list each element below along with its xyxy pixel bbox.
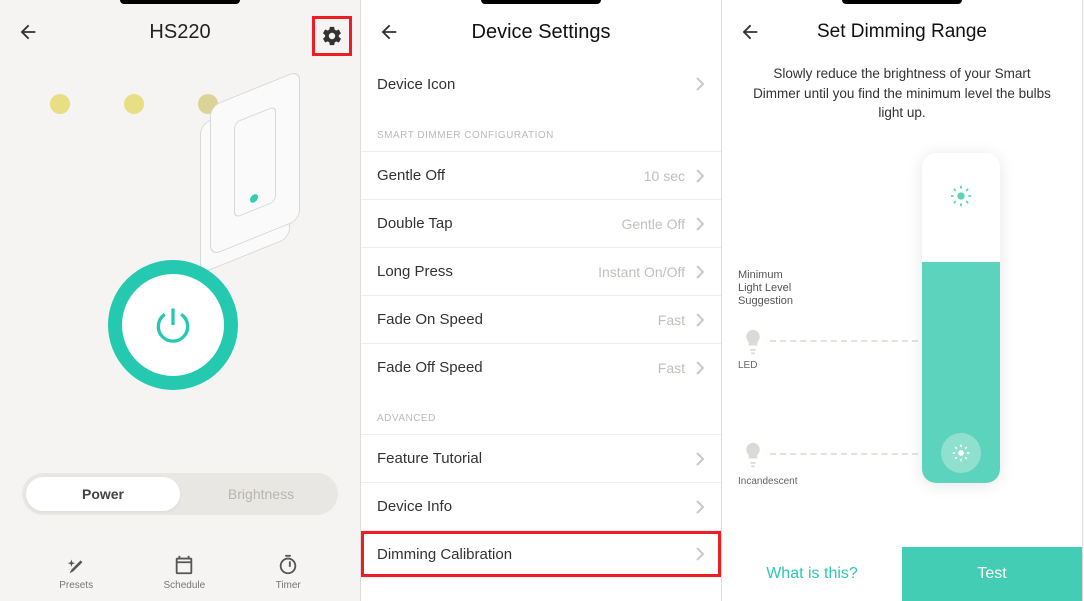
chevron-right-icon [695,452,705,466]
action-bar: What is this? Test [722,547,1082,601]
row-label: Feature Tutorial [377,450,685,467]
page-description: Slowly reduce the brightness of your Sma… [722,60,1082,143]
header: HS220 [0,4,360,60]
row-label: Dimming Calibration [377,546,685,563]
mode-tabs: Power Brightness [22,473,338,515]
screen-device-settings: Device Settings Device Icon SMART DIMMER… [361,0,722,601]
settings-button[interactable] [312,16,352,56]
back-button[interactable] [738,20,762,44]
gear-icon [321,25,343,47]
brightness-slider[interactable] [922,153,1000,483]
stopwatch-icon [277,554,299,576]
back-button[interactable] [377,20,401,44]
preset-dot-2[interactable] [124,94,144,114]
row-device-info[interactable]: Device Info [361,482,721,530]
brightness-max-icon [950,185,972,212]
row-label: Long Press [377,263,598,280]
row-feature-tutorial[interactable]: Feature Tutorial [361,434,721,482]
test-button[interactable]: Test [902,547,1082,601]
row-label: Double Tap [377,215,621,232]
section-header-advanced: ADVANCED [361,391,721,434]
page-title: Set Dimming Range [722,21,1082,43]
what-is-this-button[interactable]: What is this? [722,547,902,601]
chevron-right-icon [695,500,705,514]
row-label: Gentle Off [377,167,644,184]
minimum-suggestion-label: Minimum Light Level Suggestion [738,269,793,309]
row-gentle-off[interactable]: Gentle Off 10 sec [361,151,721,199]
led-label: LED [738,360,757,371]
led-bulb-icon [742,328,764,361]
device-body: Power Brightness Presets Schedule Timer [0,60,360,601]
page-title: HS220 [0,21,360,44]
page-title: Device Settings [361,21,721,44]
incandescent-bulb-icon [742,441,764,474]
tab-brightness[interactable]: Brightness [184,473,338,515]
back-button[interactable] [16,20,40,44]
row-label: Device Info [377,498,685,515]
screen-device-home: HS220 Power Brightness [0,0,361,601]
section-header-dimmer: SMART DIMMER CONFIGURATION [361,108,721,151]
screen-set-dimming-range: Set Dimming Range Slowly reduce the brig… [722,0,1083,601]
chevron-right-icon [695,547,705,561]
calendar-icon [173,554,195,576]
row-value: Instant On/Off [598,264,685,280]
chevron-right-icon [695,217,705,231]
chevron-right-icon [695,313,705,327]
header: Device Settings [361,4,721,60]
header: Set Dimming Range [722,4,1082,60]
row-long-press[interactable]: Long Press Instant On/Off [361,247,721,295]
nav-timer-label: Timer [276,580,301,591]
incandescent-label: Incandescent [738,476,798,487]
nav-presets[interactable]: Presets [59,554,93,591]
power-icon [151,303,195,347]
wand-icon [65,554,87,576]
row-value: Fast [658,312,685,328]
nav-schedule-label: Schedule [163,580,205,591]
chevron-right-icon [695,361,705,375]
chevron-right-icon [695,265,705,279]
bottom-nav: Presets Schedule Timer [0,554,360,591]
nav-schedule[interactable]: Schedule [163,554,205,591]
row-label: Device Icon [377,76,685,93]
arrow-left-icon [739,21,761,43]
row-value: Fast [658,360,685,376]
slider-handle[interactable] [941,433,981,473]
inc-guide-line [770,453,918,455]
tab-power[interactable]: Power [26,477,180,511]
arrow-left-icon [378,21,400,43]
row-label: Fade On Speed [377,311,658,328]
power-toggle-button[interactable] [108,260,238,390]
row-fade-off[interactable]: Fade Off Speed Fast [361,343,721,391]
row-value: Gentle Off [621,216,685,232]
brightness-icon [951,443,971,463]
row-double-tap[interactable]: Double Tap Gentle Off [361,199,721,247]
nav-presets-label: Presets [59,580,93,591]
row-device-icon[interactable]: Device Icon [361,60,721,108]
row-fade-on[interactable]: Fade On Speed Fast [361,295,721,343]
arrow-left-icon [17,21,39,43]
chevron-right-icon [695,77,705,91]
row-dimming-calibration[interactable]: Dimming Calibration [361,530,721,578]
row-label: Fade Off Speed [377,359,658,376]
row-value: 10 sec [644,168,685,184]
settings-list: Device Icon SMART DIMMER CONFIGURATION G… [361,60,721,601]
led-guide-line [770,340,918,342]
chevron-right-icon [695,169,705,183]
dimming-slider-area: Minimum Light Level Suggestion LED Incan… [722,143,1082,547]
nav-timer[interactable]: Timer [276,554,301,591]
preset-dot-1[interactable] [50,94,70,114]
